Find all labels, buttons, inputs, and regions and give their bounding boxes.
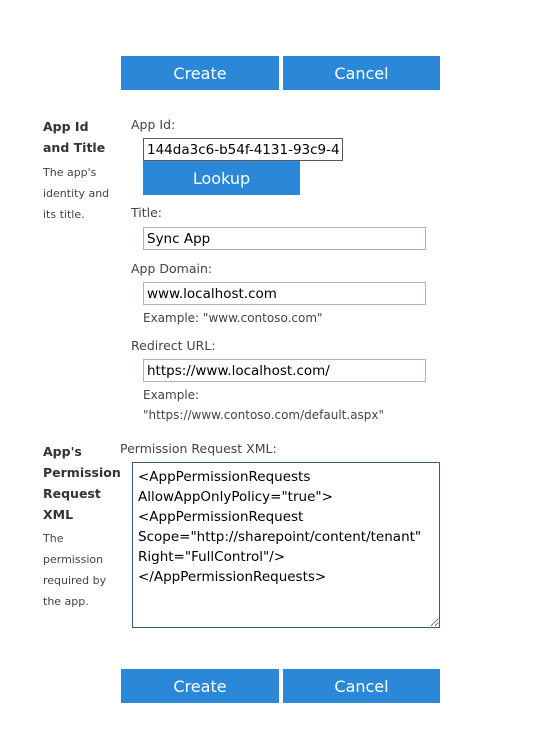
section-description-line: identity and (43, 187, 110, 200)
section-title-line: App Id (43, 119, 89, 134)
app-domain-label: App Domain: (131, 261, 213, 276)
redirect-url-label: Redirect URL: (131, 338, 216, 353)
app-domain-input[interactable] (143, 282, 426, 305)
section-description-line: The app's (43, 166, 97, 179)
section-title-line: XML (43, 507, 74, 522)
redirect-url-example-line: Example: (143, 388, 200, 402)
permission-xml-label: Permission Request XML: (120, 441, 277, 456)
section-description-line: The (43, 532, 64, 545)
cancel-button-top[interactable]: Cancel (283, 56, 440, 90)
section-title-line: App's (43, 444, 82, 459)
create-button-top[interactable]: Create (121, 56, 279, 90)
section-description-line: required by (43, 574, 107, 587)
section-description-line: the app. (43, 595, 89, 608)
section-description-line: permission (43, 553, 104, 566)
lookup-button[interactable]: Lookup (143, 161, 300, 195)
permission-xml-textarea[interactable]: <AppPermissionRequests AllowAppOnlyPolic… (132, 462, 440, 628)
section-description-line: its title. (43, 208, 85, 221)
app-id-label: App Id: (131, 117, 176, 132)
redirect-url-example-line: "https://www.contoso.com/default.aspx" (143, 408, 385, 422)
title-label: Title: (131, 205, 162, 220)
app-domain-example: Example: "www.contoso.com" (143, 311, 323, 325)
redirect-url-input[interactable] (143, 359, 426, 382)
app-id-input[interactable] (143, 138, 343, 161)
section-title-line: and Title (43, 140, 106, 155)
cancel-button-bottom[interactable]: Cancel (283, 669, 440, 703)
section-title-line: Permission (43, 465, 121, 480)
title-input[interactable] (143, 227, 426, 250)
create-button-bottom[interactable]: Create (121, 669, 279, 703)
section-title-line: Request (43, 486, 101, 501)
